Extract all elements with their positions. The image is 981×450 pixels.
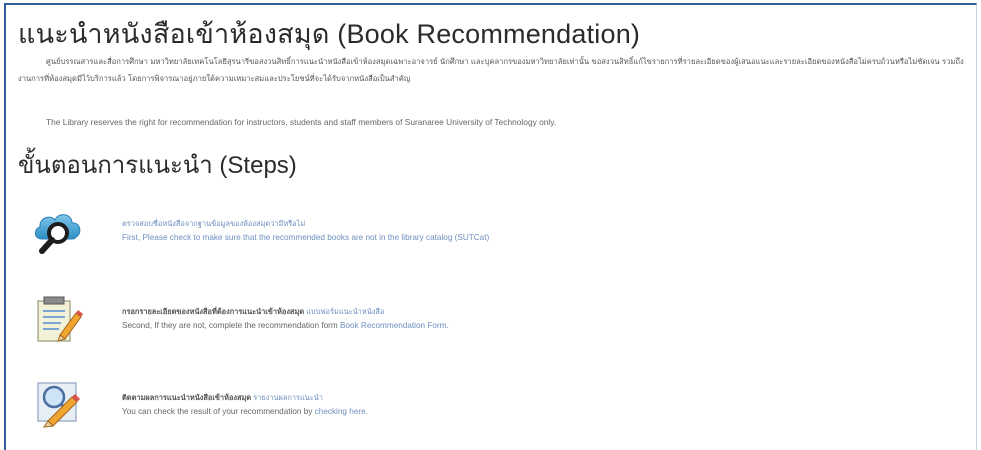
step-1-english-link[interactable]: First, Please check to make sure that th… [122, 231, 489, 245]
step-2-thai-line: กรอกรายละเอียดของหนังสือที่ต้องการแนะนำเ… [122, 305, 449, 319]
intro-thai-paragraph: ศูนย์บรรณสารและสื่อการศึกษา มหาวิทยาลัยเ… [18, 57, 964, 83]
step-3-english-label: You can check the result of your recomme… [122, 407, 315, 416]
step-2-thai-label: กรอกรายละเอียดของหนังสือที่ต้องการแนะนำเ… [122, 307, 307, 316]
recommendation-result-thai-link[interactable]: รายงานผลการแนะนำ [253, 393, 323, 402]
checking-here-link[interactable]: checking here. [315, 407, 368, 416]
cloud-search-icon [30, 205, 86, 261]
form-edit-icon [30, 291, 86, 347]
page-title: แนะนำหนังสือเข้าห้องสมุด (Book Recommend… [18, 19, 641, 49]
step-3-thai-line: ติดตามผลการแนะนำหนังสือเข้าห้องสมุด รายง… [122, 391, 368, 405]
step-1-thai-link[interactable]: ตรวจสอบชื่อหนังสือจากฐานข้อมูลของห้องสมุ… [122, 217, 489, 231]
step-1-text: ตรวจสอบชื่อหนังสือจากฐานข้อมูลของห้องสมุ… [122, 217, 489, 245]
step-2-english-label: Second, If they are not, complete the re… [122, 321, 340, 330]
intro-english-paragraph: The Library reserves the right for recom… [46, 117, 557, 127]
book-recommendation-form-link[interactable]: Book Recommendation Form. [340, 321, 449, 330]
step-3-text: ติดตามผลการแนะนำหนังสือเข้าห้องสมุด รายง… [122, 391, 368, 419]
step-3-english-line: You can check the result of your recomme… [122, 405, 368, 419]
search-edit-icon [30, 373, 86, 429]
recommendation-form-thai-link[interactable]: แบบฟอร์มแนะนำหนังสือ [306, 307, 384, 316]
step-2-english-line: Second, If they are not, complete the re… [122, 319, 449, 333]
content-frame: แนะนำหนังสือเข้าห้องสมุด (Book Recommend… [4, 3, 977, 450]
steps-heading: ขั้นตอนการแนะนำ (Steps) [18, 152, 297, 179]
step-3-thai-label: ติดตามผลการแนะนำหนังสือเข้าห้องสมุด [122, 393, 254, 402]
step-2-text: กรอกรายละเอียดของหนังสือที่ต้องการแนะนำเ… [122, 305, 449, 333]
